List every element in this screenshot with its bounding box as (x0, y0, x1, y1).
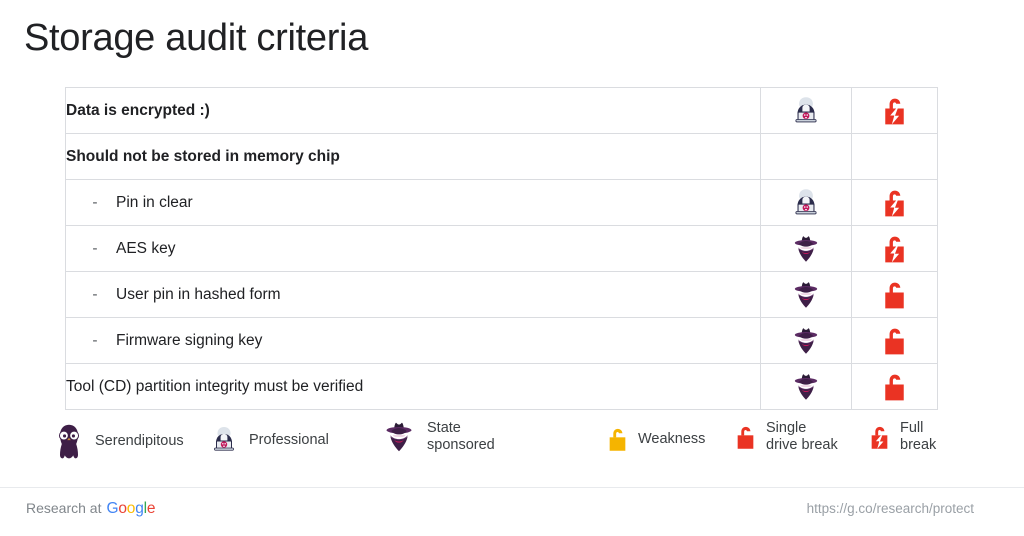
table-row: Data is encrypted :) (65, 87, 938, 134)
legend-item-weakness: Weakness (606, 425, 705, 453)
criteria-label-cell: - Pin in clear (65, 179, 761, 226)
list-dash: - (92, 239, 98, 257)
criteria-label-cell: Tool (CD) partition integrity must be ve… (65, 363, 761, 410)
single-drive-break-lock-icon (852, 319, 937, 362)
full-break-lock-icon (852, 89, 937, 132)
criteria-label: Pin in clear (116, 193, 193, 211)
criteria-label-cell: Data is encrypted :) (65, 87, 761, 134)
footer-divider (0, 487, 1024, 488)
audit-table-body: Data is encrypted :) Should not be store… (65, 87, 938, 410)
actor-cell (760, 317, 852, 364)
actor-cell (760, 225, 852, 272)
lock-cell (851, 317, 938, 364)
professional-actor-icon (761, 181, 851, 224)
serendipitous-actor-icon (52, 423, 86, 459)
table-row: - AES key (65, 225, 938, 272)
footer-brand-prefix: Research at (26, 500, 102, 516)
lock-cell (851, 271, 938, 318)
lock-cell (851, 87, 938, 134)
legend-item-full-break: Full break (868, 420, 936, 454)
professional-actor-icon (761, 89, 851, 132)
lock-cell (851, 363, 938, 410)
table-row: Tool (CD) partition integrity must be ve… (65, 363, 938, 410)
criteria-label: Tool (CD) partition integrity must be ve… (66, 377, 364, 395)
table-row: - Pin in clear (65, 179, 938, 226)
full-break-lock-icon (868, 423, 891, 451)
table-row: - Firmware signing key (65, 317, 938, 364)
table-row: - User pin in hashed form (65, 271, 938, 318)
single-drive-break-lock-icon (852, 365, 937, 408)
lock-cell (851, 133, 938, 180)
google-logo: Google (106, 500, 156, 517)
table-row: Should not be stored in memory chip (65, 133, 938, 180)
state-sponsored-actor-icon (761, 227, 851, 270)
full-break-lock-icon (852, 181, 937, 224)
actor-cell (760, 179, 852, 226)
legend-label: Single drive break (766, 420, 838, 453)
state-sponsored-actor-icon (761, 365, 851, 408)
lock-cell (851, 225, 938, 272)
legend-item-state-sponsored: State sponsored (380, 420, 495, 454)
legend-item-single-drive-break: Single drive break (734, 420, 838, 454)
footer-brand: Research at Google (26, 500, 155, 518)
legend: Serendipitous Professional State sponsor… (52, 414, 997, 476)
state-sponsored-actor-icon (761, 319, 851, 362)
single-drive-break-lock-icon (734, 423, 757, 451)
list-dash: - (92, 331, 98, 349)
criteria-label-cell: Should not be stored in memory chip (65, 133, 761, 180)
professional-actor-icon (208, 423, 240, 457)
criteria-label: Data is encrypted :) (66, 101, 210, 119)
criteria-label-cell: - User pin in hashed form (65, 271, 761, 318)
page-title: Storage audit criteria (24, 17, 369, 59)
legend-item-serendipitous: Serendipitous (52, 423, 184, 459)
criteria-label: AES key (116, 239, 176, 257)
legend-label: Professional (249, 431, 329, 448)
full-break-lock-icon (852, 227, 937, 270)
actor-cell (760, 133, 852, 180)
actor-cell (760, 363, 852, 410)
legend-label: Weakness (638, 430, 706, 447)
criteria-label: Firmware signing key (116, 331, 263, 349)
criteria-label-cell: - Firmware signing key (65, 317, 761, 364)
legend-label: Full break (900, 420, 937, 453)
criteria-label-cell: - AES key (65, 225, 761, 272)
weakness-lock-icon (606, 425, 629, 453)
legend-label: State sponsored (427, 420, 495, 453)
list-dash: - (92, 193, 98, 211)
legend-item-professional: Professional (208, 423, 329, 457)
lock-cell (851, 179, 938, 226)
footer-url: https://g.co/research/protect (806, 501, 974, 516)
criteria-label: User pin in hashed form (116, 285, 281, 303)
actor-cell (760, 87, 852, 134)
storage-audit-table: Data is encrypted :) Should not be store… (65, 87, 938, 410)
single-drive-break-lock-icon (852, 273, 937, 316)
list-dash: - (92, 285, 98, 303)
criteria-label: Should not be stored in memory chip (66, 147, 340, 165)
state-sponsored-actor-icon (380, 420, 418, 454)
state-sponsored-actor-icon (761, 273, 851, 316)
actor-cell (760, 271, 852, 318)
legend-label: Serendipitous (95, 432, 184, 449)
